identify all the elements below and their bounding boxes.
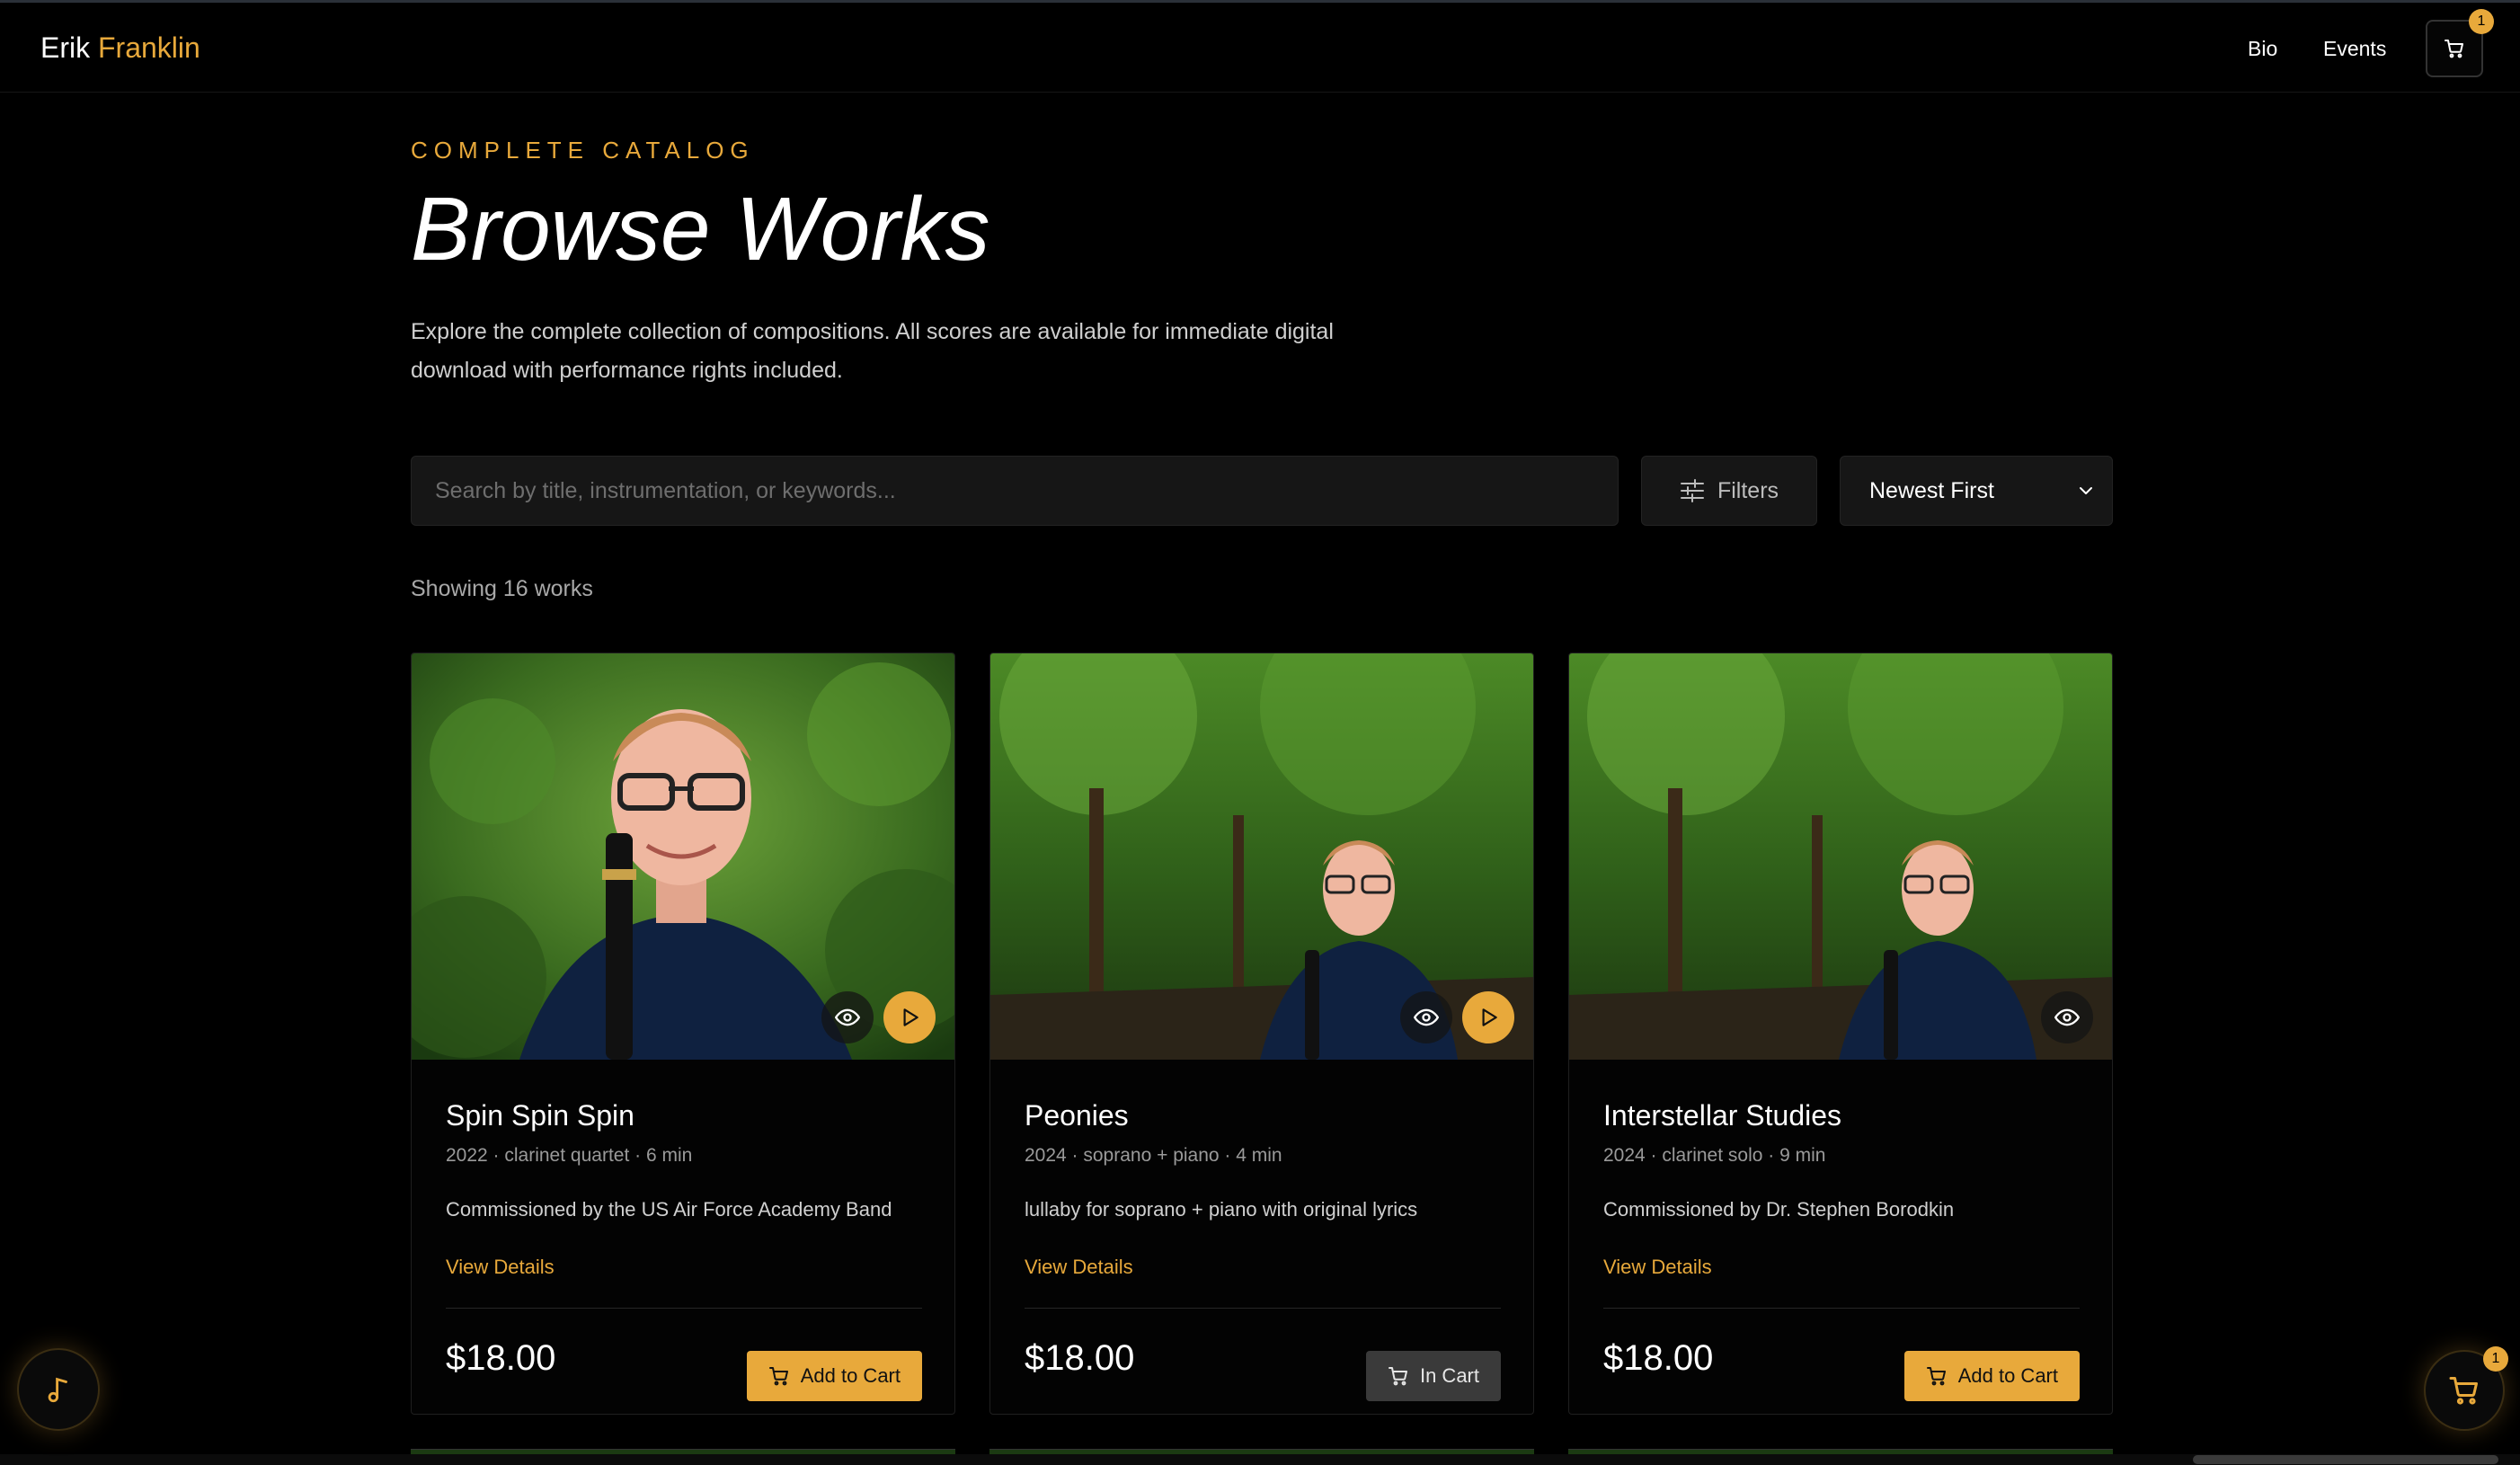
filters-button[interactable]: Filters — [1641, 456, 1817, 526]
play-audio-button[interactable] — [1462, 991, 1514, 1043]
cart-count-badge: 1 — [2483, 1346, 2508, 1372]
nav-link-bio[interactable]: Bio — [2248, 37, 2277, 61]
play-audio-button[interactable] — [883, 991, 936, 1043]
eye-icon — [835, 1008, 860, 1026]
nav-cart-button[interactable]: 1 — [2426, 9, 2494, 77]
cart-icon — [1388, 1367, 1407, 1386]
work-price: $18.00 — [446, 1338, 556, 1378]
brand-first-name: Erik — [40, 31, 91, 64]
work-card: Peonies 2024 · soprano + piano · 4 min l… — [989, 653, 1534, 1415]
view-details-link[interactable]: View Details — [446, 1256, 555, 1279]
sort-select[interactable]: Newest First — [1840, 456, 2113, 526]
work-cover-image[interactable] — [412, 653, 955, 1060]
cart-icon — [2449, 1377, 2478, 1405]
brand-last-name: Franklin — [98, 31, 200, 64]
work-price: $18.00 — [1603, 1338, 1714, 1378]
cart-icon — [1926, 1367, 1946, 1386]
music-player-button[interactable] — [17, 1348, 100, 1431]
results-count: Showing 16 works — [411, 576, 593, 601]
horizontal-scrollbar-thumb[interactable] — [2193, 1455, 2498, 1464]
work-cover-image[interactable] — [1569, 653, 2113, 1060]
cart-icon — [768, 1367, 788, 1386]
work-description: Commissioned by the US Air Force Academy… — [446, 1198, 892, 1221]
in-cart-button[interactable]: In Cart — [1365, 1351, 1501, 1401]
cart-button-label: Add to Cart — [1957, 1364, 2058, 1387]
work-price: $18.00 — [1025, 1338, 1135, 1378]
cart-button-label: In Cart — [1419, 1364, 1479, 1387]
play-icon — [1482, 1008, 1497, 1026]
work-title[interactable]: Peonies — [1025, 1099, 1129, 1132]
work-description: lullaby for soprano + piano with origina… — [1025, 1198, 1418, 1221]
preview-score-button[interactable] — [2041, 991, 2093, 1043]
work-meta: 2024 · clarinet solo · 9 min — [1603, 1145, 1826, 1166]
card-divider — [446, 1308, 922, 1309]
work-cover-image[interactable] — [990, 653, 1534, 1060]
cart-count-badge: 1 — [2469, 9, 2494, 34]
top-nav: Erik Franklin Bio Events 1 — [0, 3, 2520, 93]
view-details-link[interactable]: View Details — [1603, 1256, 1712, 1279]
work-title[interactable]: Interstellar Studies — [1603, 1099, 1841, 1132]
floating-cart-button[interactable]: 1 — [2424, 1346, 2508, 1431]
eye-icon — [2054, 1008, 2080, 1026]
catalog-eyebrow: COMPLETE CATALOG — [411, 137, 755, 164]
card-divider — [1025, 1308, 1501, 1309]
work-title[interactable]: Spin Spin Spin — [446, 1099, 634, 1132]
chevron-down-icon — [2080, 487, 2092, 494]
cart-button-label: Add to Cart — [800, 1364, 901, 1387]
card-divider — [1603, 1308, 2080, 1309]
music-note-icon — [48, 1377, 67, 1403]
work-card: Spin Spin Spin 2022 · clarinet quartet ·… — [411, 653, 955, 1415]
filters-label: Filters — [1717, 477, 1779, 503]
cart-icon — [2445, 40, 2463, 58]
work-card: Interstellar Studies 2024 · clarinet sol… — [1568, 653, 2113, 1415]
sort-selected-value: Newest First — [1869, 477, 1994, 503]
play-icon — [903, 1008, 918, 1026]
preview-score-button[interactable] — [1400, 991, 1452, 1043]
nav-link-events[interactable]: Events — [2323, 37, 2386, 61]
search-input[interactable] — [411, 456, 1619, 526]
eye-icon — [1414, 1008, 1439, 1026]
page-title: Browse Works — [411, 179, 990, 280]
view-details-link[interactable]: View Details — [1025, 1256, 1133, 1279]
preview-score-button[interactable] — [821, 991, 874, 1043]
brand-logo[interactable]: Erik Franklin — [40, 31, 200, 65]
work-meta: 2022 · clarinet quartet · 6 min — [446, 1145, 693, 1166]
add-to-cart-button[interactable]: Add to Cart — [746, 1351, 922, 1401]
sliders-icon — [1680, 479, 1704, 502]
add-to-cart-button[interactable]: Add to Cart — [1903, 1351, 2080, 1401]
work-description: Commissioned by Dr. Stephen Borodkin — [1603, 1198, 1955, 1221]
page-description: Explore the complete collection of compo… — [411, 319, 1334, 383]
horizontal-scrollbar-track — [0, 1454, 2520, 1465]
work-meta: 2024 · soprano + piano · 4 min — [1025, 1145, 1282, 1166]
